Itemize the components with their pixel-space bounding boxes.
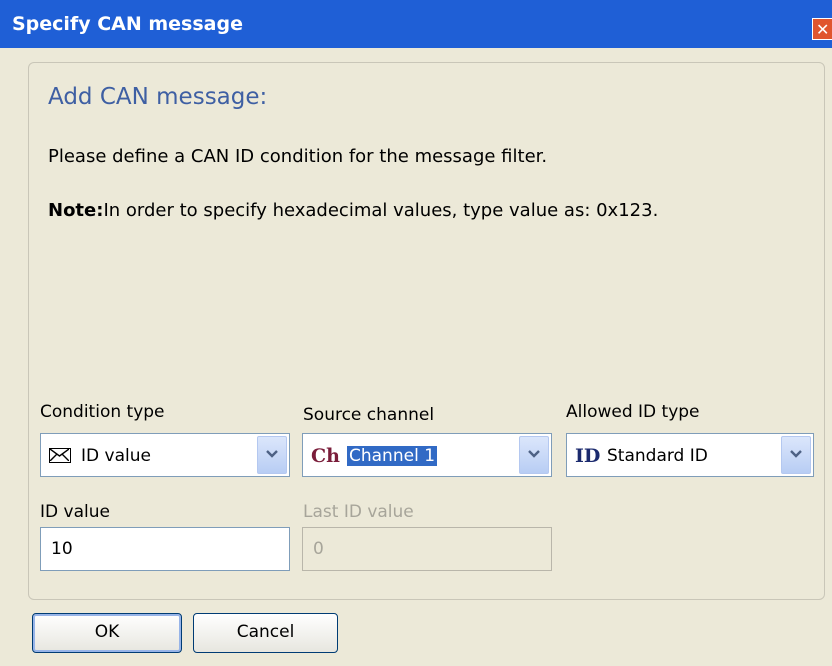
cancel-button[interactable]: Cancel [193,613,338,653]
chevron-down-icon [790,450,802,458]
close-button[interactable]: ✕ [812,18,832,40]
condition-type-combobox[interactable]: ID value [40,433,290,477]
chevron-down-icon [528,450,540,458]
source-channel-combobox[interactable]: Ch Channel 1 [302,433,552,477]
allowed-id-type-value: Standard ID [607,446,708,466]
id-value-input[interactable]: 10 [40,527,290,571]
source-channel-dropdown-button[interactable] [519,436,549,474]
channel-icon: Ch [311,445,340,467]
allowed-id-type-dropdown-button[interactable] [781,436,811,474]
dialog-heading: Add CAN message: [48,84,268,110]
allowed-id-type-label: Allowed ID type [566,402,700,422]
description-text: Please define a CAN ID condition for the… [48,146,548,167]
note-label: Note: [48,200,104,221]
note-body: In order to specify hexadecimal values, … [103,200,659,221]
chevron-down-icon [266,450,278,458]
ok-button[interactable]: OK [32,613,182,653]
last-id-value-label: Last ID value [303,502,414,522]
allowed-id-type-combobox[interactable]: ID Standard ID [566,433,814,477]
condition-type-dropdown-button[interactable] [257,436,287,474]
condition-type-value: ID value [81,446,151,466]
window-title: Specify CAN message [12,13,243,35]
condition-type-label: Condition type [40,402,165,422]
source-channel-value: Channel 1 [347,446,438,466]
close-icon: ✕ [816,20,830,39]
id-value-label: ID value [40,502,110,522]
note-text: Note:In order to specify hexadecimal val… [48,200,658,221]
content-panel [28,62,825,600]
title-bar[interactable]: Specify CAN message [0,0,832,48]
source-channel-label: Source channel [303,405,435,425]
last-id-value-input[interactable]: 0 [302,527,552,571]
envelope-icon [49,448,71,463]
id-type-icon: ID [575,445,601,467]
